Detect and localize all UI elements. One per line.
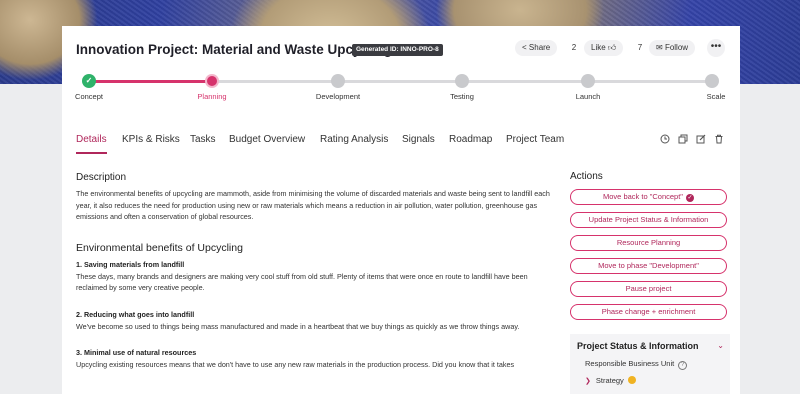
actions-sidebar: Actions Move back to "Concept" ✓ Update P…	[570, 171, 730, 394]
benefit-title: 1. Saving materials from landfill	[76, 260, 185, 270]
phase-node-launch[interactable]	[581, 74, 595, 88]
pause-project-button[interactable]: Pause project	[570, 281, 727, 297]
like-label: Like	[591, 43, 606, 52]
responsible-unit-label: Responsible Business Unit	[585, 359, 675, 368]
benefit-item: 1. Saving materials from landfill These …	[76, 259, 552, 294]
check-circle-icon: ✓	[685, 194, 694, 202]
history-icon[interactable]	[660, 134, 670, 144]
update-status-button[interactable]: Update Project Status & Information	[570, 212, 727, 228]
generated-id-badge: Generated ID: INNO-PRO-8	[352, 44, 443, 56]
phase-node-planning[interactable]	[205, 74, 219, 88]
move-back-concept-button[interactable]: Move back to "Concept" ✓	[570, 189, 727, 205]
share-label: Share	[528, 43, 551, 52]
more-options-button[interactable]: •••	[707, 39, 725, 57]
phase-label-launch: Launch	[575, 92, 601, 101]
resource-planning-button[interactable]: Resource Planning	[570, 235, 727, 251]
benefit-text: We've become so used to things being mas…	[76, 321, 520, 331]
tab-tasks[interactable]: Tasks	[190, 134, 216, 145]
phase-label-scale: Scale	[706, 92, 726, 101]
tab-rating-analysis[interactable]: Rating Analysis	[320, 134, 388, 145]
phase-label-development: Development	[315, 92, 361, 101]
like-count: 2	[571, 43, 577, 52]
tab-signals[interactable]: Signals	[402, 134, 435, 145]
description-heading: Description	[76, 172, 127, 183]
strategy-label: Strategy	[595, 376, 624, 385]
phase-label-testing: Testing	[450, 92, 474, 101]
benefit-text: These days, many brands and designers ar…	[76, 271, 528, 293]
phase-node-scale[interactable]	[705, 74, 719, 88]
chevron-right-icon: ❯	[585, 378, 591, 385]
phase-label-concept: Concept	[75, 92, 103, 101]
phase-change-enrichment-button[interactable]: Phase change + enrichment	[570, 304, 727, 320]
description-text: The environmental benefits of upcycling …	[76, 189, 550, 222]
edit-icon[interactable]	[696, 134, 706, 144]
page-title: Innovation Project: Material and Waste U…	[76, 42, 393, 57]
follow-icon: ✉	[656, 43, 663, 52]
benefit-text: Upcycling existing resources means that …	[76, 359, 515, 369]
tab-details[interactable]: Details	[76, 134, 107, 154]
tab-kpis-risks[interactable]: KPIs & Risks	[122, 134, 180, 145]
benefit-title: 3. Minimal use of natural resources	[76, 348, 197, 358]
follow-count: 7	[637, 43, 643, 52]
benefit-title: 2. Reducing what goes into landfill	[76, 310, 195, 320]
check-icon: ✓	[85, 76, 93, 85]
status-dot	[627, 376, 636, 384]
tab-roadmap[interactable]: Roadmap	[449, 134, 492, 145]
tab-budget-overview[interactable]: Budget Overview	[229, 134, 305, 145]
phase-node-development[interactable]	[331, 74, 345, 88]
move-to-development-button[interactable]: Move to phase "Development"	[570, 258, 727, 274]
phase-node-concept[interactable]: ✓	[82, 74, 96, 88]
trash-icon[interactable]	[714, 134, 724, 144]
follow-button[interactable]: ✉ Follow	[649, 40, 696, 56]
actions-heading: Actions	[570, 171, 603, 182]
follow-label: Follow	[664, 43, 689, 52]
chevron-down-icon[interactable]: ⌄	[717, 341, 724, 350]
like-button[interactable]: Like 👍︎	[584, 40, 624, 56]
benefit-item: 2. Reducing what goes into landfill We'v…	[76, 309, 552, 332]
thumbs-up-icon: 👍︎	[607, 43, 617, 52]
tab-project-team[interactable]: Project Team	[506, 134, 564, 145]
details-main-content: Description The environmental benefits o…	[76, 172, 552, 385]
phase-label-planning: Planning	[197, 92, 227, 101]
status-panel-title[interactable]: Project Status & Information	[577, 341, 699, 351]
project-status-panel: Project Status & Information ⌄ Responsib…	[570, 334, 730, 394]
share-icon: <	[522, 43, 527, 52]
responsible-unit-row: Responsible Business Unit?	[585, 359, 688, 370]
benefits-heading: Environmental benefits of Upcycling	[76, 242, 243, 255]
phase-stepper: ✓ Concept Planning Development Testing L…	[62, 72, 740, 108]
project-content: Innovation Project: Material and Waste U…	[62, 26, 740, 394]
help-icon[interactable]: ?	[678, 361, 688, 370]
phase-node-testing[interactable]	[455, 74, 469, 88]
benefit-item: 3. Minimal use of natural resources Upcy…	[76, 347, 552, 370]
move-back-label: Move back to "Concept"	[603, 192, 683, 201]
share-button[interactable]: < Share	[515, 40, 558, 56]
strategy-item[interactable]: ❯ Strategy	[585, 376, 636, 385]
progress-track-completed	[89, 80, 212, 83]
copy-icon[interactable]	[678, 134, 688, 144]
